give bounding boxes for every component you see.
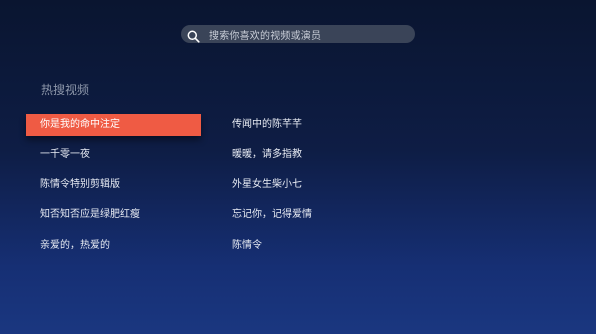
hot-video-item[interactable]: 一千零一夜 (26, 144, 201, 166)
hot-video-item[interactable]: 传闻中的陈芊芊 (218, 114, 393, 136)
hot-video-item[interactable]: 亲爱的，热爱的 (26, 235, 201, 257)
hot-video-item[interactable]: 暖暖，请多指教 (218, 144, 393, 166)
hot-video-item[interactable]: 外星女生柴小七 (218, 174, 393, 196)
hot-video-item[interactable]: 忘记你，记得爱情 (218, 204, 393, 226)
search-input[interactable]: 搜索你喜欢的视频或演员 (209, 27, 321, 42)
hot-search-title: 热搜视频 (41, 83, 90, 97)
hot-video-item[interactable]: 知否知否应是绿肥红瘦 (26, 204, 201, 226)
hot-video-item[interactable]: 陈情令特别剪辑版 (26, 174, 201, 196)
hot-video-item[interactable]: 陈情令 (218, 235, 393, 257)
hot-video-item[interactable]: 你是我的命中注定 (26, 114, 201, 136)
search-bar[interactable]: 搜索你喜欢的视频或演员 (181, 25, 415, 43)
search-icon (187, 28, 200, 43)
